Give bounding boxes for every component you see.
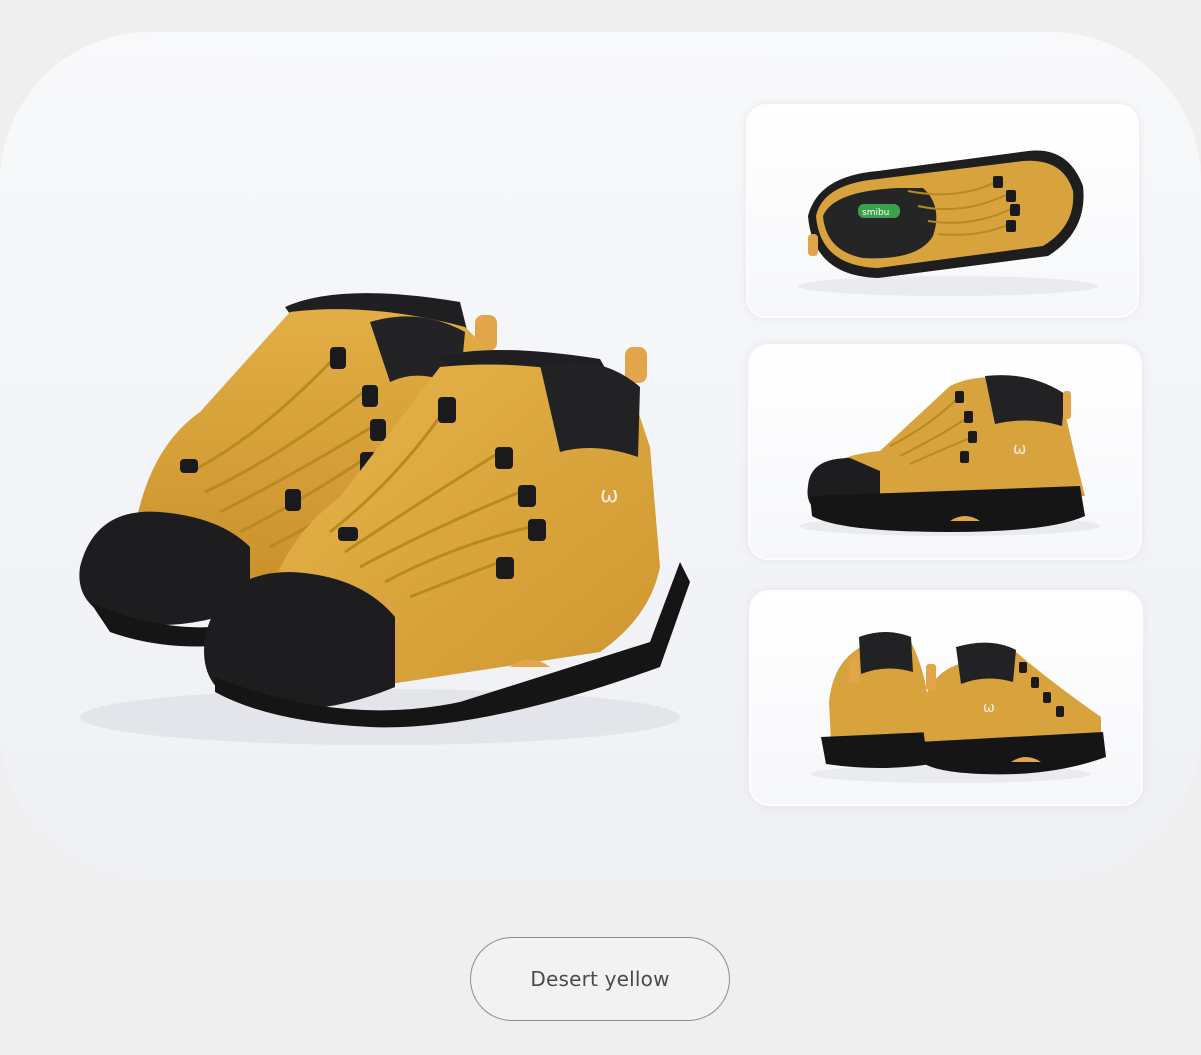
thumbnail-side-view[interactable]: ω — [750, 346, 1140, 558]
product-gallery-card: ω smibu ω ω — [0, 32, 1201, 880]
insole-logo: smibu — [862, 208, 889, 218]
boot-logo: ω — [600, 483, 618, 508]
side-view-image: ω — [800, 375, 1100, 536]
top-view-image: smibu — [798, 150, 1098, 296]
thumbnail-top-view[interactable]: smibu — [748, 106, 1137, 316]
rear-view-image: ω — [811, 632, 1106, 783]
rear-boot-logo: ω — [983, 700, 995, 716]
color-option-label: Desert yellow — [530, 967, 670, 991]
side-boot-logo: ω — [1013, 439, 1026, 458]
color-option-button[interactable]: Desert yellow — [470, 937, 730, 1021]
main-product-image: ω — [79, 293, 690, 745]
thumbnail-rear-view[interactable]: ω — [751, 592, 1141, 804]
